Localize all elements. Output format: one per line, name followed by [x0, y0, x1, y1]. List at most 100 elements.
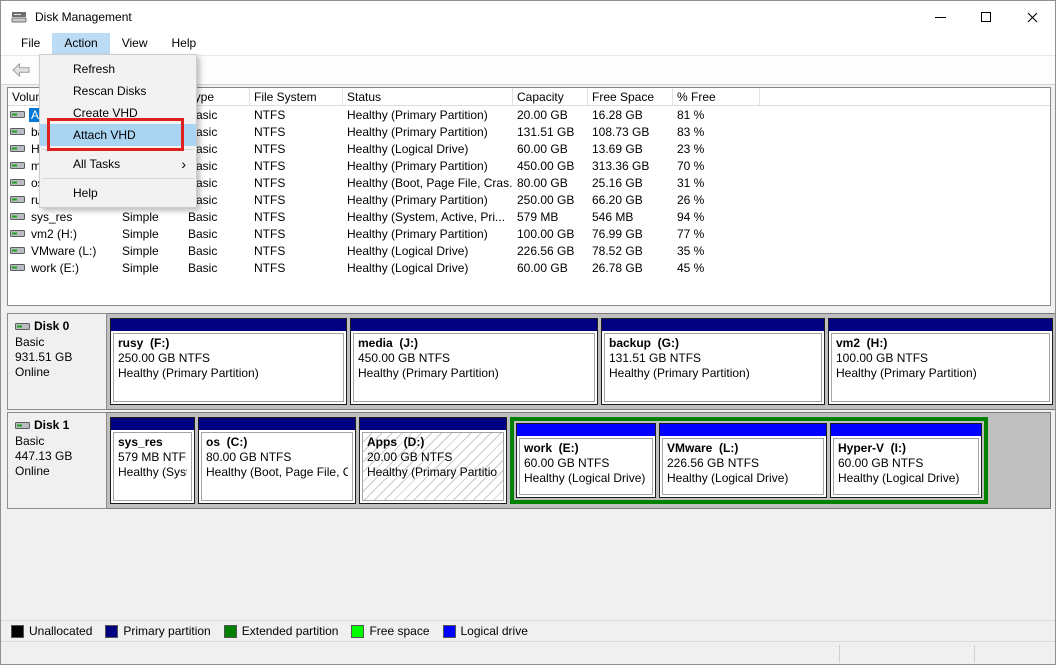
partition-size: 226.56 GB NTFS: [667, 456, 819, 471]
partition-media-j-[interactable]: media (J:)450.00 GB NTFSHealthy (Primary…: [350, 318, 598, 405]
percent-free-cell: 70 %: [673, 159, 760, 173]
percent-free-cell: 81 %: [673, 108, 760, 122]
partition-band-primary: [199, 418, 355, 430]
menubar-item-action[interactable]: Action: [52, 33, 109, 55]
partition-os-c-[interactable]: os (C:)80.00 GB NTFSHealthy (Boot, Page …: [198, 417, 356, 504]
column-header-capacity[interactable]: Capacity: [513, 88, 588, 105]
layout-cell: Simple: [118, 210, 184, 224]
legend-label: Primary partition: [123, 624, 210, 638]
close-button[interactable]: [1009, 1, 1055, 33]
partition-name: vm2 (H:): [836, 336, 1045, 351]
partition-band-primary: [602, 319, 824, 331]
menu-item-rescan-disks[interactable]: Rescan Disks: [40, 80, 196, 102]
volume-drive-icon: [10, 245, 25, 256]
capacity-cell: 131.51 GB: [513, 125, 588, 139]
extended-partition-group: work (E:)60.00 GB NTFSHealthy (Logical D…: [510, 417, 988, 504]
partition-rusy-f-[interactable]: rusy (F:)250.00 GB NTFSHealthy (Primary …: [110, 318, 347, 405]
status-cell: Healthy (Primary Partition): [343, 227, 513, 241]
partition-name: rusy (F:): [118, 336, 339, 351]
filesystem-cell: NTFS: [250, 176, 343, 190]
partition-status: Healthy (Primary Partition): [609, 366, 817, 381]
partition-backup-g-[interactable]: backup (G:)131.51 GB NTFSHealthy (Primar…: [601, 318, 825, 405]
volume-name-cell: VMware (L:): [8, 244, 118, 258]
partition-vm2-h-[interactable]: vm2 (H:)100.00 GB NTFSHealthy (Primary P…: [828, 318, 1053, 405]
partition-band-logical: [517, 424, 655, 436]
partition-status: Healthy (Primary Partition): [118, 366, 339, 381]
statusbar-divider: [839, 645, 840, 663]
partition-vmware-l-[interactable]: VMware (L:)226.56 GB NTFSHealthy (Logica…: [659, 423, 827, 498]
status-cell: Healthy (Primary Partition): [343, 193, 513, 207]
table-row[interactable]: VMware (L:)SimpleBasicNTFSHealthy (Logic…: [8, 242, 1050, 259]
column-header--free[interactable]: % Free: [673, 88, 760, 105]
volume-drive-icon: [10, 109, 25, 120]
disk-info-line: 931.51 GB: [15, 350, 101, 365]
status-cell: Healthy (Logical Drive): [343, 261, 513, 275]
volume-drive-icon: [10, 194, 25, 205]
table-row[interactable]: work (E:)SimpleBasicNTFSHealthy (Logical…: [8, 259, 1050, 276]
column-header-filler: [760, 88, 1050, 105]
partition-size: 60.00 GB NTFS: [524, 456, 648, 471]
partition-size: 20.00 GB NTFS: [367, 450, 499, 465]
column-header-status[interactable]: Status: [343, 88, 513, 105]
partition-name: VMware (L:): [667, 441, 819, 456]
percent-free-cell: 83 %: [673, 125, 760, 139]
capacity-cell: 80.00 GB: [513, 176, 588, 190]
filesystem-cell: NTFS: [250, 159, 343, 173]
partition-band-primary: [351, 319, 597, 331]
disk-label-0[interactable]: Disk 0Basic931.51 GBOnline: [7, 313, 107, 410]
partition-sys-res[interactable]: sys_res579 MB NTFSHealthy (Syste: [110, 417, 195, 504]
disk-name: Disk 0: [15, 319, 101, 333]
menu-item-refresh[interactable]: Refresh: [40, 58, 196, 80]
volume-drive-icon: [10, 228, 25, 239]
legend-swatch: [443, 625, 456, 638]
partition-status: Healthy (Primary Partition): [836, 366, 1045, 381]
freespace-cell: 16.28 GB: [588, 108, 673, 122]
freespace-cell: 76.99 GB: [588, 227, 673, 241]
window-title: Disk Management: [35, 10, 132, 24]
menubar-item-file[interactable]: File: [9, 33, 52, 55]
partition-work-e-[interactable]: work (E:)60.00 GB NTFSHealthy (Logical D…: [516, 423, 656, 498]
menu-item-help[interactable]: Help: [40, 182, 196, 204]
menubar-item-help[interactable]: Help: [160, 33, 209, 55]
back-button[interactable]: [9, 58, 33, 82]
table-row[interactable]: sys_resSimpleBasicNTFSHealthy (System, A…: [8, 208, 1050, 225]
volume-name-cell: vm2 (H:): [8, 227, 118, 241]
disk-drive-icon: [15, 321, 30, 332]
disk-drive-icon: [15, 420, 30, 431]
volume-drive-icon: [10, 177, 25, 188]
volume-name: sys_res: [29, 210, 74, 224]
percent-free-cell: 35 %: [673, 244, 760, 258]
legend-bar: UnallocatedPrimary partitionExtended par…: [1, 620, 1055, 641]
type-cell: Basic: [184, 210, 250, 224]
volume-drive-icon: [10, 160, 25, 171]
legend-swatch: [105, 625, 118, 638]
disk-label-1[interactable]: Disk 1Basic447.13 GBOnline: [7, 412, 107, 509]
disk-0-partitions: rusy (F:)250.00 GB NTFSHealthy (Primary …: [107, 313, 1056, 410]
percent-free-cell: 45 %: [673, 261, 760, 275]
column-header-file-system[interactable]: File System: [250, 88, 343, 105]
table-row[interactable]: vm2 (H:)SimpleBasicNTFSHealthy (Primary …: [8, 225, 1050, 242]
partition-hyper-v-i-[interactable]: Hyper-V (I:)60.00 GB NTFSHealthy (Logica…: [830, 423, 982, 498]
minimize-button[interactable]: [917, 1, 963, 33]
partition-name: Hyper-V (I:): [838, 441, 974, 456]
partition-status: Healthy (Primary Partitio: [367, 465, 499, 480]
partition-band-logical: [660, 424, 826, 436]
menu-item-all-tasks[interactable]: All Tasks›: [40, 153, 196, 175]
partition-name: backup (G:): [609, 336, 817, 351]
statusbar-divider: [974, 645, 975, 663]
percent-free-cell: 23 %: [673, 142, 760, 156]
partition-info: os (C:)80.00 GB NTFSHealthy (Boot, Page …: [201, 432, 353, 501]
legend-item-free-space: Free space: [351, 624, 429, 638]
type-cell: Basic: [184, 261, 250, 275]
maximize-icon: [981, 12, 991, 22]
volume-name-cell: work (E:): [8, 261, 118, 275]
filesystem-cell: NTFS: [250, 244, 343, 258]
partition-apps-d-[interactable]: Apps (D:)20.00 GB NTFSHealthy (Primary P…: [359, 417, 507, 504]
menubar-item-view[interactable]: View: [110, 33, 160, 55]
partition-name: sys_res: [118, 435, 187, 450]
volume-drive-icon: [10, 126, 25, 137]
filesystem-cell: NTFS: [250, 142, 343, 156]
column-header-free-space[interactable]: Free Space: [588, 88, 673, 105]
maximize-button[interactable]: [963, 1, 1009, 33]
legend-label: Extended partition: [242, 624, 339, 638]
